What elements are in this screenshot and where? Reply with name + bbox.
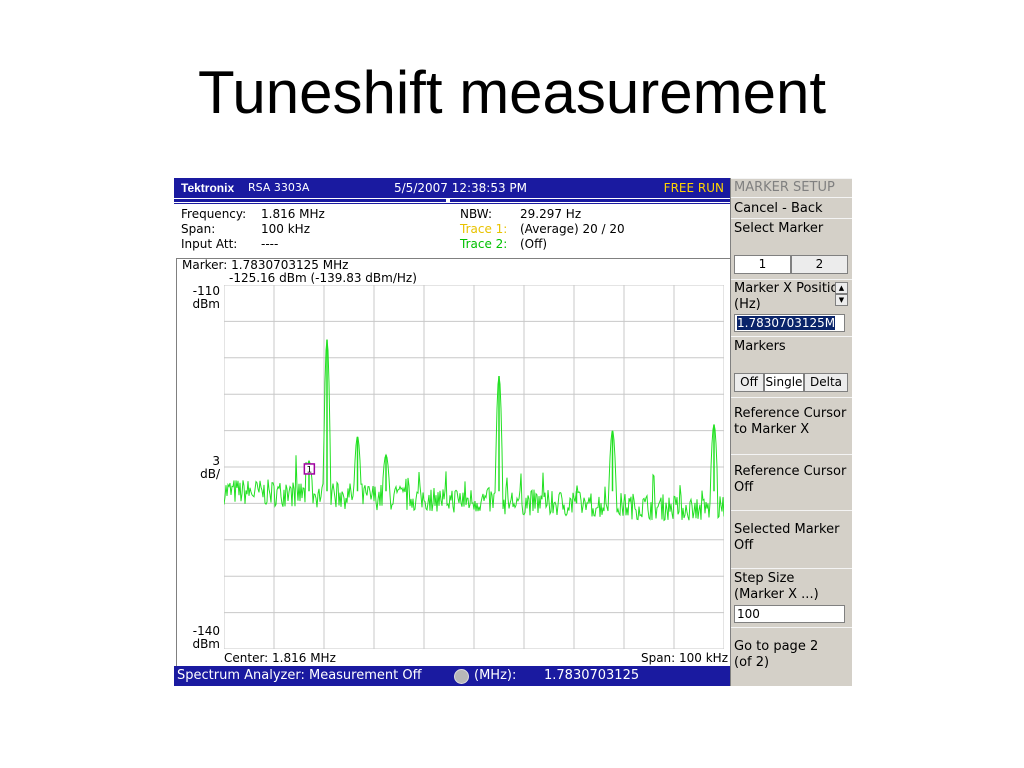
marker-x-position-input[interactable]: 1.7830703125M	[734, 314, 845, 332]
input-att-label: Input Att:	[181, 237, 238, 251]
frequency-label: Frequency:	[181, 207, 247, 221]
slide-title: Tuneshift measurement	[197, 59, 827, 126]
axis-bottom-unit: dBm	[192, 637, 220, 651]
step-size-label-2: (Marker X ...)	[734, 587, 819, 602]
markers-off-button[interactable]: Off	[734, 373, 764, 392]
spectrum-plot[interactable]: 1	[224, 285, 724, 649]
marker-frequency-readout: Marker: 1.7830703125 MHz	[182, 258, 349, 272]
selected-marker-off-label-1: Selected Marker	[734, 522, 840, 537]
ref-cursor-to-marker-label-1: Reference Cursor	[734, 406, 847, 421]
model-name: RSA 3303A	[248, 181, 310, 194]
markers-single-button[interactable]: Single	[764, 373, 804, 392]
select-marker-label: Select Marker	[734, 221, 824, 236]
marker-x-position-section: Marker X Positio (Hz) ▲ ▼ 1.7830703125M	[731, 279, 852, 337]
header-divider	[174, 198, 730, 204]
selected-marker-off-button[interactable]: Selected Marker Off	[731, 510, 852, 569]
marker-2-button[interactable]: 2	[791, 255, 848, 274]
run-state[interactable]: FREE RUN	[664, 181, 724, 195]
go-to-page-label-1: Go to page 2	[734, 639, 819, 654]
spin-down-icon[interactable]: ▼	[835, 294, 848, 306]
ref-cursor-off-label-1: Reference Cursor	[734, 464, 847, 479]
knob-unit: (MHz):	[474, 668, 517, 683]
trace2-label: Trace 2:	[460, 237, 508, 251]
title-bar: Tektronix RSA 3303A 5/5/2007 12:38:53 PM…	[174, 178, 730, 198]
menu-title-section: MARKER SETUP	[731, 178, 852, 198]
go-to-page-2-button[interactable]: Go to page 2 (of 2)	[731, 627, 852, 686]
knob-value: 1.7830703125	[544, 668, 640, 683]
spectrum-analyzer-window: Tektronix RSA 3303A 5/5/2007 12:38:53 PM…	[174, 178, 852, 686]
marker-x-position-label-2: (Hz)	[734, 297, 761, 312]
marker-setup-menu: MARKER SETUP Cancel - Back Select Marker…	[730, 178, 852, 686]
status-bar: Spectrum Analyzer: Measurement Off (MHz)…	[174, 666, 730, 686]
cancel-back-label: Cancel - Back	[734, 201, 823, 216]
ref-cursor-to-marker-label-2: to Marker X	[734, 422, 810, 437]
select-marker-section: Select Marker 1 2	[731, 218, 852, 280]
selected-marker-off-label-2: Off	[734, 538, 754, 553]
span-footer-label: Span: 100 kHz	[640, 651, 728, 665]
ref-cursor-off-label-2: Off	[734, 480, 754, 495]
markers-section: Markers Off Single Delta	[731, 336, 852, 398]
marker-x-position-value: 1.7830703125M	[737, 316, 836, 330]
center-frequency-label: Center: 1.816 MHz	[224, 651, 336, 665]
span-value: 100 kHz	[261, 222, 310, 236]
spin-up-icon[interactable]: ▲	[835, 282, 848, 294]
markers-delta-button[interactable]: Delta	[804, 373, 848, 392]
axis-scale-unit: dB/	[200, 467, 220, 481]
input-att-value: ----	[261, 237, 279, 251]
trace2-value: (Off)	[520, 237, 548, 251]
go-to-page-label-2: (of 2)	[734, 655, 770, 670]
step-size-label-1: Step Size	[734, 571, 795, 586]
marker-1-label: 1	[306, 465, 312, 475]
cancel-back-button[interactable]: Cancel - Back	[731, 197, 852, 219]
reference-cursor-off-button[interactable]: Reference Cursor Off	[731, 454, 852, 511]
markers-label: Markers	[734, 339, 786, 354]
brand-logo: Tektronix	[181, 181, 235, 195]
marker-level-readout: -125.16 dBm (-139.83 dBm/Hz)	[229, 271, 417, 285]
reference-cursor-to-marker-button[interactable]: Reference Cursor to Marker X	[731, 397, 852, 455]
step-size-section: Step Size (Marker X ...) 100	[731, 568, 852, 628]
measurement-mode: Spectrum Analyzer: Measurement Off	[177, 668, 422, 683]
frequency-value: 1.816 MHz	[261, 207, 325, 221]
nbw-value: 29.297 Hz	[520, 207, 582, 221]
span-label: Span:	[181, 222, 216, 236]
marker-1-button[interactable]: 1	[734, 255, 791, 274]
marker-x-position-label-1: Marker X Positio	[734, 281, 839, 296]
nbw-label: NBW:	[460, 207, 492, 221]
date-time: 5/5/2007 12:38:53 PM	[394, 181, 528, 195]
settings-right: NBW: 29.297 Hz Trace 1: (Average) 20 / 20 …	[460, 207, 720, 252]
menu-title: MARKER SETUP	[734, 180, 835, 195]
settings-left: Frequency: 1.816 MHz Span: 100 kHz Input A…	[181, 207, 441, 252]
step-size-input[interactable]: 100	[734, 605, 845, 623]
trace1-label: Trace 1:	[460, 222, 508, 236]
knob-icon	[454, 669, 469, 684]
axis-top-unit: dBm	[192, 297, 220, 311]
trace1-value: (Average) 20 / 20	[520, 222, 625, 236]
